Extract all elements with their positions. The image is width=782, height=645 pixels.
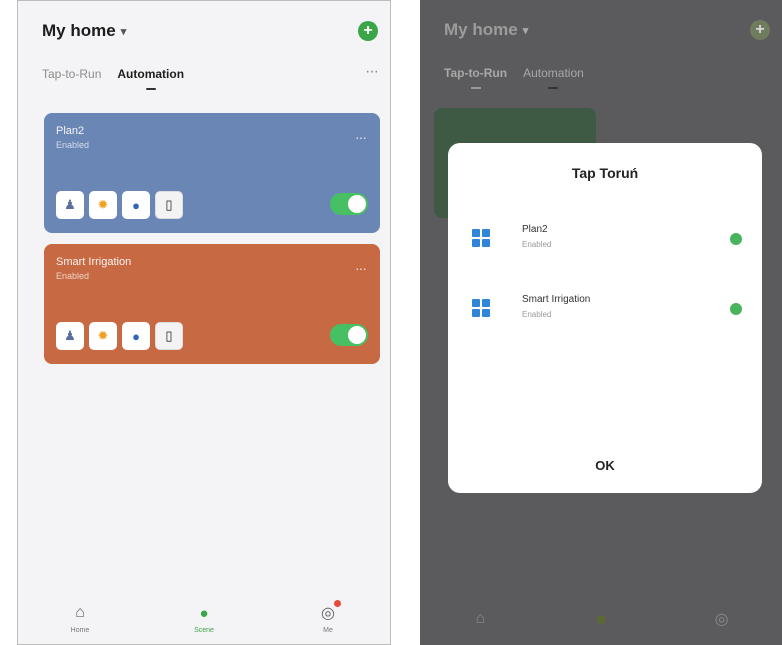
status-check-icon (730, 233, 742, 245)
bottom-navigation: ⌂ Home ● Scene ◎ Me (18, 592, 390, 644)
phone-screen-automation: My home ▾ + Tap-to-Run Automation ··· Pl… (17, 0, 391, 645)
item-status: Enabled (522, 310, 552, 319)
bottom-navigation: ⌂ ■ ◎ (420, 593, 782, 645)
card-condition-icons: ♟ ✹ ● ▯ (56, 191, 183, 219)
add-scene-button[interactable]: + (750, 20, 770, 40)
chevron-down-icon: ▾ (120, 25, 127, 38)
card-title: Plan2 (56, 125, 85, 137)
device-icon: ▯ (155, 322, 183, 350)
sun-icon: ✹ (89, 322, 117, 350)
nav-home[interactable]: ⌂ Home (50, 602, 110, 634)
automation-toggle[interactable] (330, 193, 368, 215)
tap-to-run-dialog: Tap Toruń Plan2 Enabled Smart Irrigation… (448, 143, 762, 493)
dialog-item-smart-irrigation[interactable]: Smart Irrigation Enabled (472, 291, 742, 331)
ok-button[interactable]: OK (448, 458, 762, 473)
home-title: My home (42, 21, 116, 40)
notification-badge (334, 600, 341, 607)
nav-me[interactable]: ◎ (692, 608, 752, 630)
item-name: Smart Irrigation (522, 294, 591, 305)
water-drop-icon: ● (122, 322, 150, 350)
item-name: Plan2 (522, 224, 548, 235)
dialog-item-plan2[interactable]: Plan2 Enabled (472, 221, 742, 261)
person-icon: ♟ (56, 191, 84, 219)
more-options-icon[interactable]: ··· (365, 63, 379, 81)
card-condition-icons: ♟ ✹ ● ▯ (56, 322, 183, 350)
home-selector[interactable]: My home ▾ (444, 20, 528, 40)
card-more-icon[interactable]: ··· (355, 260, 367, 276)
nav-label: Me (323, 627, 333, 634)
card-more-icon[interactable]: ··· (355, 129, 367, 145)
profile-icon: ◎ (317, 600, 341, 624)
nav-scene[interactable]: ■ (571, 608, 631, 630)
nav-home[interactable]: ⌂ (450, 608, 510, 630)
tab-tap-to-run[interactable]: Tap-to-Run (42, 67, 101, 81)
tab-automation[interactable]: Automation (523, 66, 584, 89)
profile-icon: ◎ (714, 611, 729, 628)
home-icon: ⌂ (75, 604, 85, 621)
home-icon: ⌂ (475, 610, 486, 627)
scene-icon: ■ (596, 610, 606, 628)
automation-toggle[interactable] (330, 324, 368, 346)
card-status: Enabled (56, 140, 90, 150)
scene-grid-icon (472, 229, 490, 247)
water-drop-icon: ● (122, 191, 150, 219)
scene-tabs: Tap-to-Run Automation (444, 66, 584, 89)
nav-scene[interactable]: ● Scene (174, 602, 234, 635)
nav-label: Home (70, 627, 90, 634)
sun-icon: ✹ (89, 191, 117, 219)
device-icon: ▯ (155, 191, 183, 219)
scene-icon: ● (199, 604, 209, 622)
card-title: Smart Irrigation (56, 256, 132, 268)
nav-label: Scene (194, 627, 214, 634)
automation-card-plan2[interactable]: Plan2 Enabled ··· ♟ ✹ ● ▯ (44, 113, 380, 233)
person-icon: ♟ (56, 322, 84, 350)
dialog-title: Tap Toruń (571, 165, 639, 181)
home-title: My home (444, 20, 518, 39)
home-selector[interactable]: My home ▾ (42, 21, 126, 41)
scene-tabs: Tap-to-Run Automation (42, 67, 184, 90)
tab-tap-to-run[interactable]: Tap-to-Run (444, 66, 507, 89)
nav-me[interactable]: ◎ Me (298, 600, 358, 634)
chevron-down-icon: ▾ (522, 24, 529, 37)
add-scene-button[interactable]: + (358, 21, 378, 41)
scene-grid-icon (472, 299, 490, 317)
tab-automation[interactable]: Automation (117, 67, 184, 90)
item-status: Enabled (522, 240, 552, 249)
card-status: Enabled (56, 271, 90, 281)
phone-screen-tap-to-run-dialog: My home ▾ + Tap-to-Run Automation ⌂ ■ ◎ … (420, 0, 782, 645)
automation-card-smart-irrigation[interactable]: Smart Irrigation Enabled ··· ♟ ✹ ● ▯ (44, 244, 380, 364)
status-check-icon (730, 303, 742, 315)
